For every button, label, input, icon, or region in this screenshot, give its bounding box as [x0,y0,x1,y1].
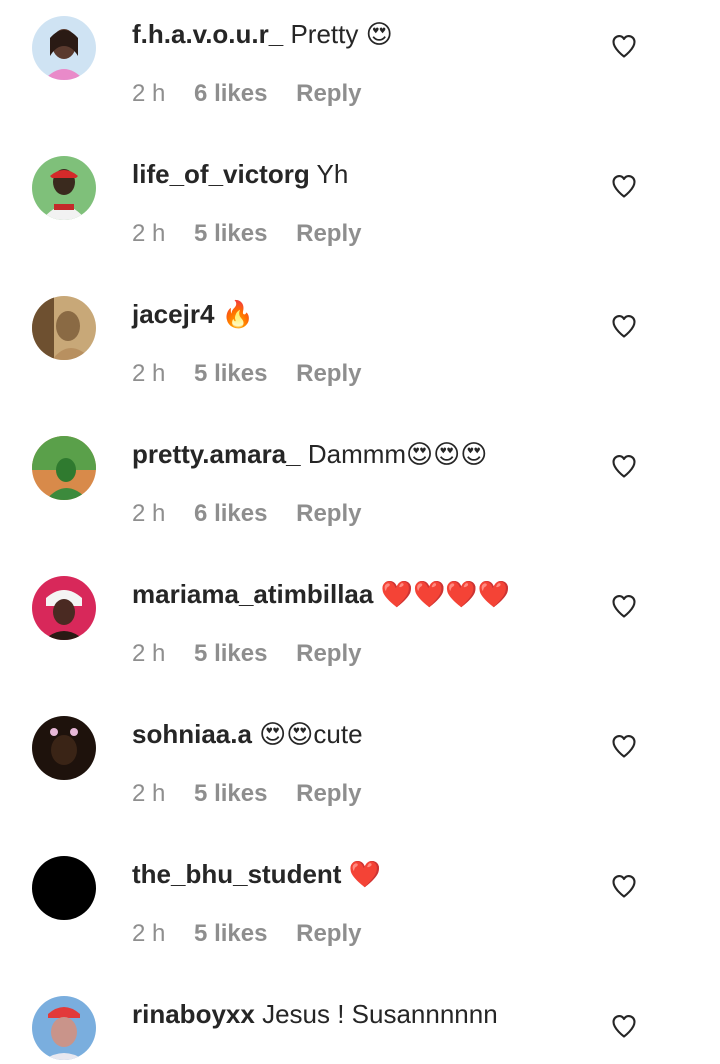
avatar[interactable] [32,436,96,500]
reply-button[interactable]: Reply [296,360,361,387]
heart-outline-icon[interactable] [610,872,638,900]
comment-text: sohniaa.a 😍😍cute [132,716,363,752]
likes-count[interactable]: 5 likes [194,360,267,387]
avatar[interactable] [32,716,96,780]
reply-button[interactable]: Reply [296,500,361,527]
comment-item: rinaboyxx Jesus ! Susannnnnn [0,980,720,1064]
reply-button[interactable]: Reply [296,920,361,947]
comment-meta: 2 h 5 likes Reply [132,638,361,670]
avatar[interactable] [32,156,96,220]
likes-count[interactable]: 5 likes [194,920,267,947]
timestamp: 2 h [132,920,166,947]
likes-count[interactable]: 5 likes [194,640,267,667]
likes-count[interactable]: 6 likes [194,80,267,107]
reply-button[interactable]: Reply [296,80,361,107]
avatar[interactable] [32,16,96,80]
avatar[interactable] [32,296,96,360]
comment-body: Dammm😍😍😍 [307,439,488,469]
avatar[interactable] [32,996,96,1060]
comment-text: the_bhu_student ❤️ [132,856,381,892]
timestamp: 2 h [132,640,166,667]
comment-body: Pretty 😍 [290,19,393,49]
username-link[interactable]: mariama_atimbillaa [132,579,373,609]
timestamp: 2 h [132,360,166,387]
comment-text: jacejr4 🔥 [132,296,254,332]
comment-text: f.h.a.v.o.u.r_ Pretty 😍 [132,16,393,52]
comment-item: f.h.a.v.o.u.r_ Pretty 😍 2 h 6 likes Repl… [0,0,720,140]
avatar[interactable] [32,856,96,920]
timestamp: 2 h [132,220,166,247]
username-link[interactable]: f.h.a.v.o.u.r_ [132,19,283,49]
timestamp: 2 h [132,80,166,107]
reply-button[interactable]: Reply [296,640,361,667]
username-link[interactable]: rinaboyxx [132,999,255,1029]
heart-outline-icon[interactable] [610,732,638,760]
username-link[interactable]: sohniaa.a [132,719,252,749]
comment-body: 🔥 [221,299,255,329]
comment-text: mariama_atimbillaa ❤️❤️❤️❤️ [132,576,510,612]
reply-button[interactable]: Reply [296,780,361,807]
reply-button[interactable]: Reply [296,220,361,247]
username-link[interactable]: life_of_victorg [132,159,310,189]
username-link[interactable]: pretty.amara_ [132,439,301,469]
comment-item: jacejr4 🔥 2 h 5 likes Reply [0,280,720,420]
username-link[interactable]: jacejr4 [132,299,214,329]
comment-item: mariama_atimbillaa ❤️❤️❤️❤️ 2 h 5 likes … [0,560,720,700]
timestamp: 2 h [132,500,166,527]
heart-outline-icon[interactable] [610,312,638,340]
likes-count[interactable]: 5 likes [194,780,267,807]
comment-body: ❤️❤️❤️❤️ [380,579,511,609]
comment-meta: 2 h 5 likes Reply [132,358,361,390]
heart-outline-icon[interactable] [610,32,638,60]
heart-outline-icon[interactable] [610,592,638,620]
username-link[interactable]: the_bhu_student [132,859,341,889]
comment-item: the_bhu_student ❤️ 2 h 5 likes Reply [0,840,720,980]
avatar[interactable] [32,576,96,640]
likes-count[interactable]: 5 likes [194,220,267,247]
comment-meta: 2 h 6 likes Reply [132,78,361,110]
comment-body: Yh [316,159,349,189]
likes-count[interactable]: 6 likes [194,500,267,527]
comment-text: pretty.amara_ Dammm😍😍😍 [132,436,487,472]
comment-meta: 2 h 5 likes Reply [132,778,361,810]
comment-meta: 2 h 6 likes Reply [132,498,361,530]
comment-item: sohniaa.a 😍😍cute 2 h 5 likes Reply [0,700,720,840]
comment-item: pretty.amara_ Dammm😍😍😍 2 h 6 likes Reply [0,420,720,560]
comment-meta: 2 h 5 likes Reply [132,918,361,950]
comment-body: 😍😍cute [259,719,363,749]
comment-body: ❤️ [348,859,382,889]
comment-text: rinaboyxx Jesus ! Susannnnnn [132,996,498,1032]
timestamp: 2 h [132,780,166,807]
heart-outline-icon[interactable] [610,1012,638,1040]
heart-outline-icon[interactable] [610,452,638,480]
comment-text: life_of_victorg Yh [132,156,348,192]
comment-meta: 2 h 5 likes Reply [132,218,361,250]
comment-body: Jesus ! Susannnnnn [262,999,498,1029]
comment-item: life_of_victorg Yh 2 h 5 likes Reply [0,140,720,280]
heart-outline-icon[interactable] [610,172,638,200]
